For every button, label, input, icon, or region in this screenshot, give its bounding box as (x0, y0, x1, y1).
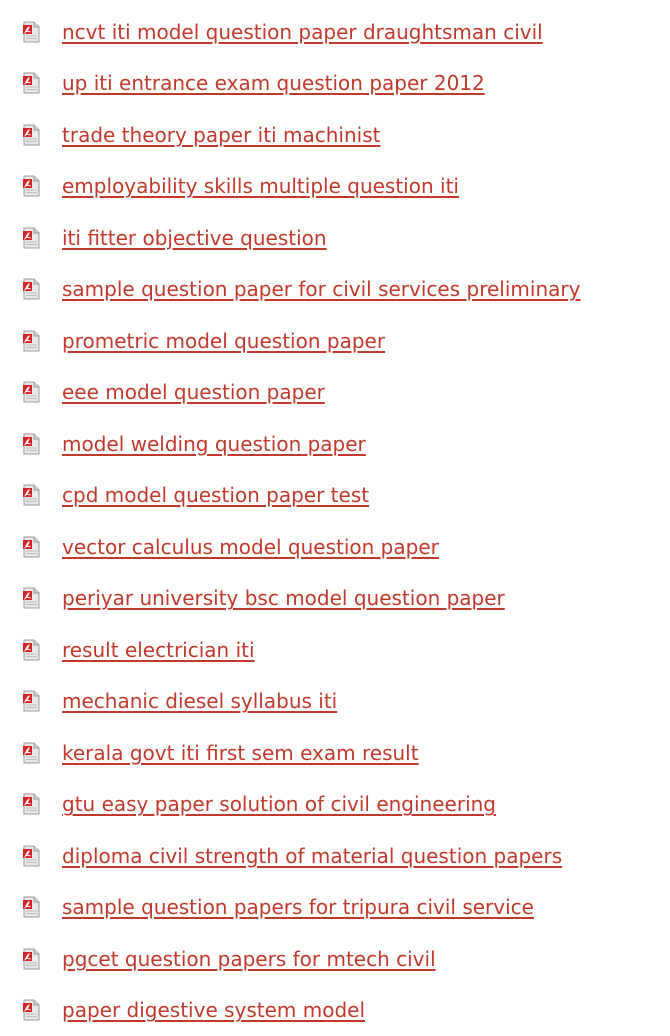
pdf-icon[interactable] (22, 793, 40, 815)
pdf-icon[interactable] (22, 845, 40, 867)
document-link[interactable]: employability skills multiple question i… (62, 174, 459, 198)
list-item: ncvt iti model question paper draughtsma… (0, 6, 670, 58)
list-item: eee model question paper (0, 367, 670, 419)
pdf-icon[interactable] (22, 227, 40, 249)
pdf-icon[interactable] (22, 639, 40, 661)
document-link[interactable]: ncvt iti model question paper draughtsma… (62, 20, 543, 44)
pdf-icon[interactable] (22, 484, 40, 506)
pdf-icon[interactable] (22, 381, 40, 403)
pdf-icon[interactable] (22, 278, 40, 300)
pdf-icon[interactable] (22, 896, 40, 918)
document-list: ncvt iti model question paper draughtsma… (0, 0, 670, 1036)
document-link[interactable]: sample question paper for civil services… (62, 277, 580, 301)
document-link[interactable]: up iti entrance exam question paper 2012 (62, 71, 485, 95)
list-item: sample question papers for tripura civil… (0, 882, 670, 934)
pdf-icon[interactable] (22, 330, 40, 352)
list-item: periyar university bsc model question pa… (0, 573, 670, 625)
list-item: model welding question paper (0, 418, 670, 470)
pdf-icon[interactable] (22, 124, 40, 146)
document-link[interactable]: sample question papers for tripura civil… (62, 895, 534, 919)
list-item: paper digestive system model (0, 985, 670, 1036)
pdf-icon[interactable] (22, 999, 40, 1021)
pdf-icon[interactable] (22, 536, 40, 558)
list-item: mechanic diesel syllabus iti (0, 676, 670, 728)
pdf-icon[interactable] (22, 587, 40, 609)
list-item: sample question paper for civil services… (0, 264, 670, 316)
list-item: iti fitter objective question (0, 212, 670, 264)
pdf-icon[interactable] (22, 948, 40, 970)
document-link[interactable]: vector calculus model question paper (62, 535, 439, 559)
list-item: employability skills multiple question i… (0, 161, 670, 213)
pdf-icon[interactable] (22, 690, 40, 712)
document-link[interactable]: trade theory paper iti machinist (62, 123, 380, 147)
list-item: vector calculus model question paper (0, 521, 670, 573)
document-link[interactable]: gtu easy paper solution of civil enginee… (62, 792, 496, 816)
document-link[interactable]: iti fitter objective question (62, 226, 327, 250)
document-link[interactable]: periyar university bsc model question pa… (62, 586, 505, 610)
list-item: prometric model question paper (0, 315, 670, 367)
list-item: cpd model question paper test (0, 470, 670, 522)
pdf-icon[interactable] (22, 21, 40, 43)
list-item: trade theory paper iti machinist (0, 109, 670, 161)
list-item: pgcet question papers for mtech civil (0, 933, 670, 985)
document-link[interactable]: model welding question paper (62, 432, 366, 456)
list-item: up iti entrance exam question paper 2012 (0, 58, 670, 110)
document-link[interactable]: pgcet question papers for mtech civil (62, 947, 436, 971)
list-item: diploma civil strength of material quest… (0, 830, 670, 882)
document-link[interactable]: cpd model question paper test (62, 483, 369, 507)
document-link[interactable]: prometric model question paper (62, 329, 385, 353)
list-item: kerala govt iti first sem exam result (0, 727, 670, 779)
document-link[interactable]: result electrician iti (62, 638, 255, 662)
document-link[interactable]: diploma civil strength of material quest… (62, 844, 562, 868)
pdf-icon[interactable] (22, 742, 40, 764)
pdf-icon[interactable] (22, 175, 40, 197)
document-link[interactable]: paper digestive system model (62, 998, 365, 1022)
document-link[interactable]: mechanic diesel syllabus iti (62, 689, 337, 713)
list-item: result electrician iti (0, 624, 670, 676)
pdf-icon[interactable] (22, 433, 40, 455)
list-item: gtu easy paper solution of civil enginee… (0, 779, 670, 831)
document-link[interactable]: eee model question paper (62, 380, 325, 404)
pdf-icon[interactable] (22, 72, 40, 94)
document-link[interactable]: kerala govt iti first sem exam result (62, 741, 419, 765)
